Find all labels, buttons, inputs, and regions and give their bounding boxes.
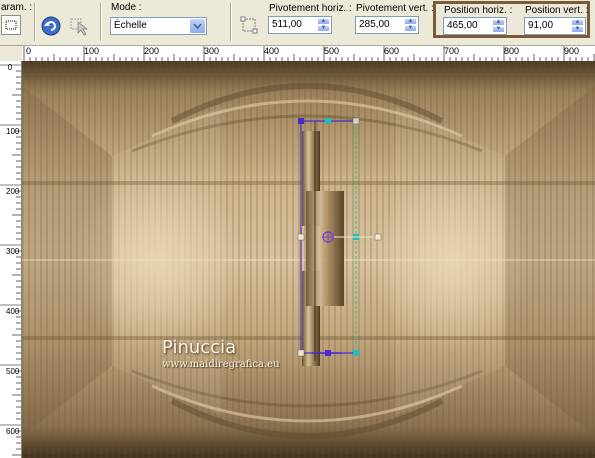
pivot-v-value: 285,00 xyxy=(359,19,390,30)
pivot-v-spinner[interactable]: ▲ ▼ xyxy=(404,18,417,32)
pos-h-value: 465,00 xyxy=(447,20,478,31)
pivot-h-label: Pivotement horiz. : xyxy=(269,3,352,14)
pivot-v-label: Pivotement vert. : xyxy=(356,3,434,14)
pointer-icon xyxy=(70,18,89,36)
ruler-v-label-0: 0 xyxy=(7,63,13,72)
chevron-down-icon[interactable] xyxy=(190,19,205,33)
artwork xyxy=(22,61,595,458)
spin-down-icon[interactable]: ▼ xyxy=(317,25,330,32)
spin-down-icon[interactable]: ▼ xyxy=(492,26,505,33)
pivot-frame-icon xyxy=(240,16,258,34)
separator xyxy=(34,3,36,41)
handle-top-left xyxy=(298,118,304,124)
ruler-h-label-0: 0 xyxy=(26,46,32,56)
ruler-v-label-200: 200 xyxy=(6,187,20,196)
vertical-ruler[interactable]: 0 100 200 300 400 500 600 xyxy=(0,61,22,458)
watermark-url: www.maidiregrafica.eu xyxy=(162,359,280,370)
pivot-h-spinner[interactable]: ▲ ▼ xyxy=(317,18,330,32)
spin-up-icon[interactable]: ▲ xyxy=(317,18,330,25)
edit-mode-button[interactable] xyxy=(68,15,90,37)
pivot-button[interactable] xyxy=(238,14,260,36)
pos-v-spinner[interactable]: ▲ ▼ xyxy=(571,19,584,33)
ruler-h-label-700: 700 xyxy=(444,46,460,56)
mode-label: Mode : xyxy=(111,2,142,13)
ruler-h-label-200: 200 xyxy=(144,46,160,56)
pos-v-input[interactable]: 91,00 ▲ ▼ xyxy=(524,17,586,35)
params-label: aram. : xyxy=(1,2,33,13)
ruler-h-label-500: 500 xyxy=(324,46,340,56)
pos-h-spinner[interactable]: ▲ ▼ xyxy=(492,19,505,33)
mode-select[interactable]: Échelle xyxy=(110,17,207,35)
ruler-v-label-500: 500 xyxy=(6,367,20,376)
mode-select-value: Échelle xyxy=(114,20,147,31)
pivot-v-input[interactable]: 285,00 ▲ ▼ xyxy=(355,16,419,34)
spin-down-icon[interactable]: ▼ xyxy=(404,25,417,32)
reset-icon xyxy=(41,16,61,36)
ruler-corner xyxy=(0,46,22,61)
separator xyxy=(100,3,102,41)
watermark: Pinuccia www.maidiregrafica.eu xyxy=(162,337,280,370)
pivot-h-value: 511,00 xyxy=(272,19,302,30)
presets-button[interactable] xyxy=(1,15,21,35)
spin-up-icon[interactable]: ▲ xyxy=(404,18,417,25)
pos-v-label: Position vert. : xyxy=(525,5,589,16)
ruler-h-label-100: 100 xyxy=(84,46,100,56)
toolbar: aram. : Mode : Échelle Pivotement horiz.… xyxy=(0,0,595,46)
spin-up-icon[interactable]: ▲ xyxy=(571,19,584,26)
ruler-h-label-600: 600 xyxy=(384,46,400,56)
ruler-v-label-300: 300 xyxy=(6,247,20,256)
ruler-h-label-800: 800 xyxy=(504,46,520,56)
pos-h-label: Position horiz. : xyxy=(444,5,513,16)
ruler-v-label-600: 600 xyxy=(6,427,20,436)
ruler-v-label-100: 100 xyxy=(6,127,20,136)
image-canvas[interactable]: Pinuccia www.maidiregrafica.eu xyxy=(22,61,595,458)
horizontal-ruler[interactable]: 0 100 200 300 400 500 600 700 800 900 xyxy=(22,46,595,62)
spin-up-icon[interactable]: ▲ xyxy=(492,19,505,26)
separator xyxy=(230,3,232,41)
pivot-h-input[interactable]: 511,00 ▲ ▼ xyxy=(268,16,332,34)
reset-button[interactable] xyxy=(40,15,62,37)
pos-h-input[interactable]: 465,00 ▲ ▼ xyxy=(443,17,507,35)
watermark-name: Pinuccia xyxy=(162,337,237,358)
vertical-ruler-ticks xyxy=(0,64,21,456)
ruler-v-label-400: 400 xyxy=(6,307,20,316)
spin-down-icon[interactable]: ▼ xyxy=(571,26,584,33)
dotted-rect-icon xyxy=(5,20,17,30)
ruler-h-label-400: 400 xyxy=(264,46,280,56)
pos-v-value: 91,00 xyxy=(528,20,554,31)
ruler-h-label-900: 900 xyxy=(564,46,580,56)
ruler-h-label-300: 300 xyxy=(204,46,220,56)
